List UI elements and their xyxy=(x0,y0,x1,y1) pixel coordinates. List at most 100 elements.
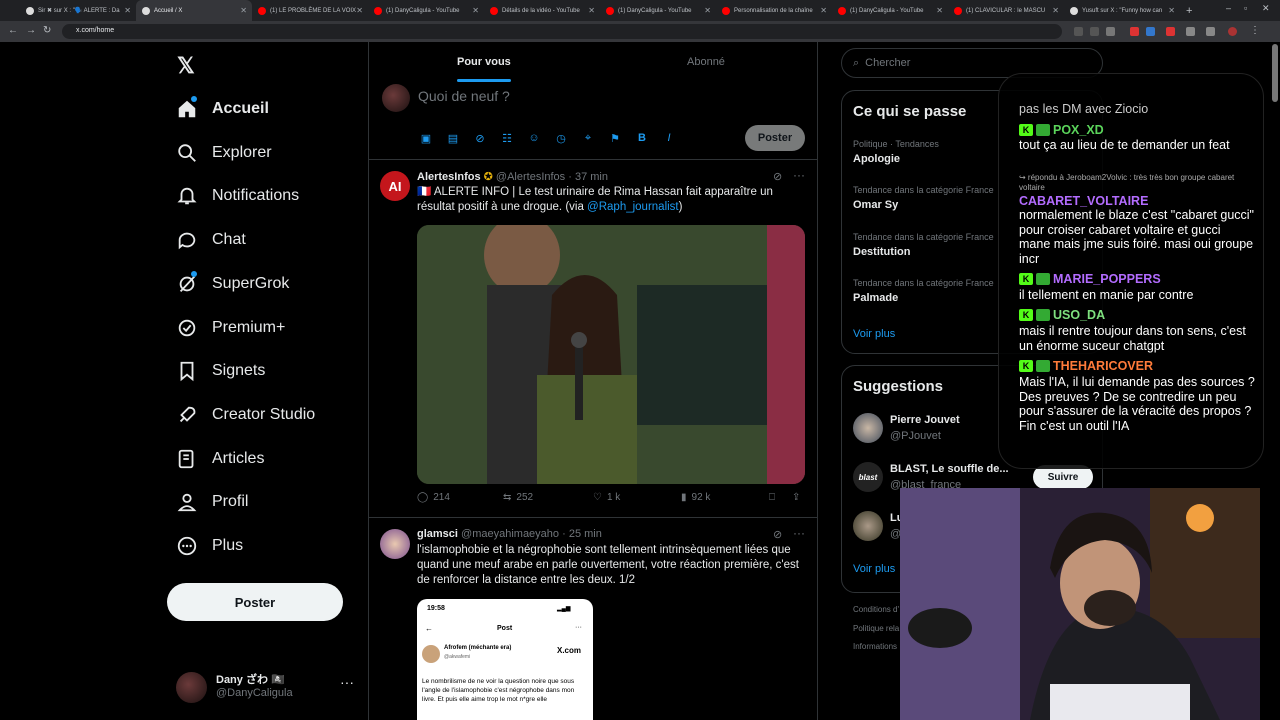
tab-close-icon[interactable]: ✕ xyxy=(240,6,247,15)
emoji-icon[interactable]: ☺ xyxy=(527,131,541,145)
trend-item[interactable]: Apologie xyxy=(853,153,900,165)
bookmark-button[interactable]: ⎕ xyxy=(769,492,775,503)
footer-link[interactable]: Politique rela xyxy=(853,624,899,633)
avatar[interactable] xyxy=(1228,27,1237,36)
voir-plus-link[interactable]: Voir plus xyxy=(853,328,895,340)
avatar[interactable]: blast xyxy=(853,462,883,492)
more-icon[interactable]: ··· xyxy=(793,168,805,182)
extension-icon[interactable] xyxy=(1074,27,1083,36)
extension-icon[interactable] xyxy=(1130,27,1139,36)
italic-icon[interactable]: I xyxy=(662,131,676,145)
share-button[interactable]: ⇪ xyxy=(792,492,800,503)
browser-tab[interactable]: (1) CLAVICULAR : le MASCU ✕ xyxy=(948,0,1064,21)
sidebar-item-notifications[interactable]: Notifications xyxy=(176,179,299,213)
tab-close-icon[interactable]: ✕ xyxy=(820,6,827,15)
sidebar-item-signets[interactable]: Signets xyxy=(176,354,265,388)
location-icon[interactable]: ⌖ xyxy=(581,131,595,145)
tweet[interactable]: glamsci @maeyahimaeyaho · 25 min ⊘ ··· l… xyxy=(369,519,817,720)
trend-item[interactable]: Palmade xyxy=(853,292,898,304)
tweet-handle[interactable]: @maeyahimaeyaho xyxy=(461,528,559,540)
tab-close-icon[interactable]: ✕ xyxy=(1168,6,1175,15)
trend-item[interactable]: Omar Sy xyxy=(853,199,898,211)
url-input[interactable]: x.com/home xyxy=(62,24,1062,39)
sidebar-item-premium-[interactable]: Premium+ xyxy=(176,311,285,345)
suggestion-name[interactable]: BLAST, Le souffle de... xyxy=(890,463,1009,475)
tab-close-icon[interactable]: ✕ xyxy=(124,6,131,15)
sidebar-item-profil[interactable]: Profil xyxy=(176,485,248,519)
flag-icon[interactable]: ⚑ xyxy=(608,131,622,145)
star-icon[interactable] xyxy=(1106,27,1115,36)
browser-tab[interactable]: (1) DanyCaligula - YouTube ✕ xyxy=(600,0,716,21)
grok-icon[interactable]: ⊘ xyxy=(773,170,782,183)
tweet-photo[interactable] xyxy=(417,225,805,484)
gif-icon[interactable]: ▤ xyxy=(446,131,460,145)
account-switcher[interactable]: Dany ざわ 🏴‍☠️ @DanyCaligula ··· xyxy=(176,668,366,708)
tab-pour-vous[interactable]: Pour vous xyxy=(457,56,511,68)
new-tab-icon[interactable]: + xyxy=(1186,5,1192,17)
avatar[interactable]: AI xyxy=(380,171,410,201)
more-icon[interactable]: ··· xyxy=(793,526,805,540)
grok-icon[interactable]: ⊘ xyxy=(773,528,782,541)
browser-tab[interactable]: Personnalisation de la chaîne ✕ xyxy=(716,0,832,21)
scrollbar[interactable] xyxy=(1272,44,1278,102)
browser-tab[interactable]: (1) LE PROBLÈME DE LA VOIX ✕ xyxy=(252,0,368,21)
compose-input[interactable]: Quoi de neuf ? xyxy=(418,88,510,104)
browser-tab[interactable]: (1) DanyCaligula - YouTube ✕ xyxy=(368,0,484,21)
footer-link[interactable]: Conditions d' xyxy=(853,605,899,614)
voir-plus-link[interactable]: Voir plus xyxy=(853,563,895,575)
sidebar-item-chat[interactable]: Chat xyxy=(176,223,246,257)
tab-close-icon[interactable]: ✕ xyxy=(936,6,943,15)
bold-icon[interactable]: B xyxy=(635,131,649,145)
zoom-icon[interactable] xyxy=(1090,27,1099,36)
tweet[interactable]: AI AlertesInfos ✪ @AlertesInfos · 37 min… xyxy=(369,161,817,518)
browser-tab[interactable]: (1) DanyCaligula - YouTube ✕ xyxy=(832,0,948,21)
grok-icon[interactable]: ⊘ xyxy=(473,131,487,145)
browser-tab[interactable]: Sir ✖ sur X : "🗣️ ALERTE : Da ✕ xyxy=(20,0,136,21)
composer-post-button[interactable]: Poster xyxy=(745,125,805,151)
footer-link[interactable]: Informations xyxy=(853,642,897,651)
sidebar-post-button[interactable]: Poster xyxy=(167,583,343,621)
trend-item[interactable]: Destitution xyxy=(853,246,910,258)
avatar[interactable] xyxy=(853,511,883,541)
tweet-embedded-screenshot[interactable]: 19:58 ▂▄▆ ← Post ··· Afrofem (méchante e… xyxy=(417,599,593,720)
minimize-icon[interactable]: – xyxy=(1226,3,1231,13)
reply-button[interactable]: ◯ 214 xyxy=(417,492,450,503)
poll-icon[interactable]: ☷ xyxy=(500,131,514,145)
kebab-menu-icon[interactable]: ⋮ xyxy=(1250,25,1260,36)
back-icon[interactable]: ← xyxy=(8,25,18,36)
browser-tab[interactable]: Accueil / X ✕ xyxy=(136,0,252,21)
repost-button[interactable]: ⇆ 252 xyxy=(503,492,533,503)
reload-icon[interactable]: ↻ xyxy=(43,25,51,36)
puzzle-icon[interactable] xyxy=(1206,27,1215,36)
tweet-handle[interactable]: @AlertesInfos xyxy=(496,171,565,183)
mention-link[interactable]: @Raph_journalist xyxy=(587,201,679,213)
forward-icon[interactable]: → xyxy=(26,25,36,36)
sidebar-item-plus[interactable]: Plus xyxy=(176,529,243,563)
tab-close-icon[interactable]: ✕ xyxy=(588,6,595,15)
sidebar-item-accueil[interactable]: Accueil xyxy=(176,92,269,126)
extension-icon[interactable] xyxy=(1186,27,1195,36)
tab-close-icon[interactable]: ✕ xyxy=(356,6,363,15)
browser-tab[interactable]: Détails de la vidéo - YouTube ✕ xyxy=(484,0,600,21)
x-logo[interactable]: 𝕏 xyxy=(177,53,195,79)
sidebar-item-creator-studio[interactable]: Creator Studio xyxy=(176,398,315,432)
tweet-time[interactable]: 37 min xyxy=(575,171,608,183)
suggestion-name[interactable]: Pierre Jouvet xyxy=(890,414,960,426)
tweet-author[interactable]: glamsci xyxy=(417,528,458,540)
schedule-icon[interactable]: ◷ xyxy=(554,131,568,145)
like-button[interactable]: ♡ 1 k xyxy=(593,492,620,503)
maximize-icon[interactable]: ▫ xyxy=(1244,3,1247,13)
tab-close-icon[interactable]: ✕ xyxy=(472,6,479,15)
sidebar-item-articles[interactable]: Articles xyxy=(176,442,264,476)
extension-icon[interactable] xyxy=(1146,27,1155,36)
image-icon[interactable]: ▣ xyxy=(419,131,433,145)
sidebar-item-explorer[interactable]: Explorer xyxy=(176,136,272,170)
more-icon[interactable]: ··· xyxy=(340,674,354,690)
tab-abonne[interactable]: Abonné xyxy=(687,56,725,68)
avatar[interactable] xyxy=(380,529,410,559)
extension-icon[interactable] xyxy=(1166,27,1175,36)
browser-tab[interactable]: Yusuft sur X : "Funny how can ✕ xyxy=(1064,0,1180,21)
close-window-icon[interactable]: ✕ xyxy=(1262,3,1270,14)
tab-close-icon[interactable]: ✕ xyxy=(1052,6,1059,15)
avatar[interactable] xyxy=(853,413,883,443)
